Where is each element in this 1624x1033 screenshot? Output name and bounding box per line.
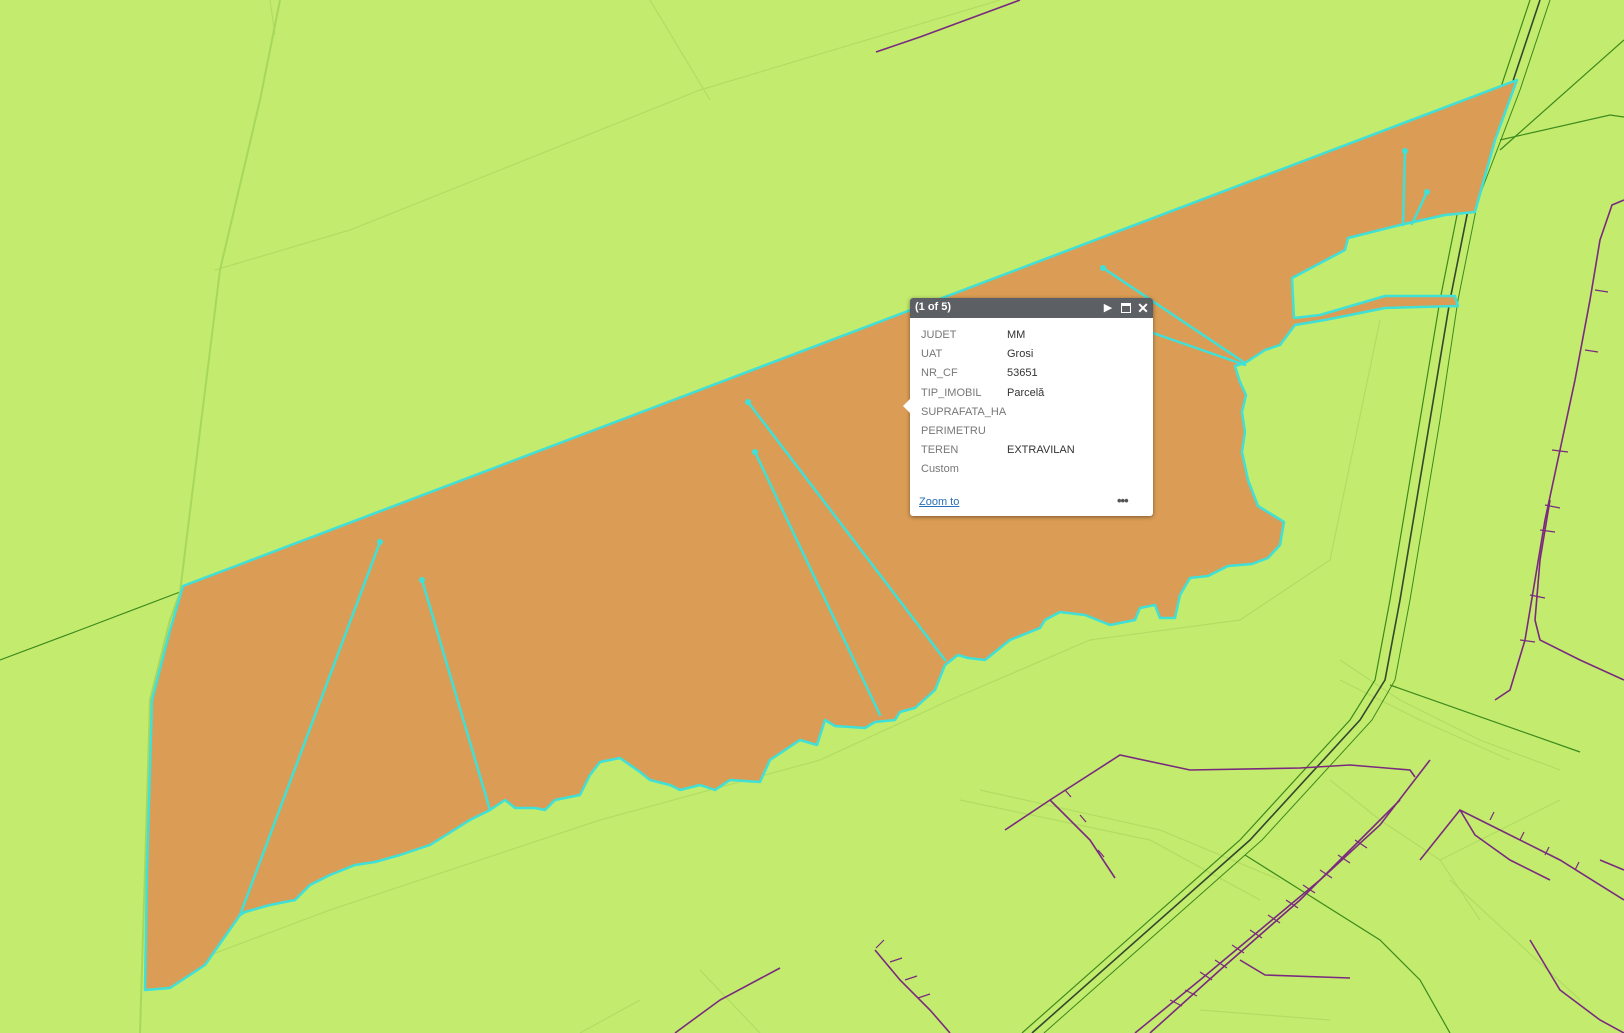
attribute-key: PERIMETRU <box>921 424 986 437</box>
attribute-row: NR_CF 53651 <box>921 364 1146 383</box>
attribute-value: Parcelă <box>1007 386 1045 399</box>
attribute-key: TIP_IMOBIL <box>921 386 982 399</box>
next-arrow-icon[interactable]: ▶ <box>1100 300 1116 316</box>
parcel-polygon[interactable] <box>143 78 1519 992</box>
attribute-table: JUDET MM UAT Grosi NR_CF 53651 TIP_IMOBIL Pa… <box>921 326 1146 480</box>
attribute-key: NR_CF <box>921 367 958 380</box>
attribute-value: Grosi <box>1007 348 1034 361</box>
attribute-key: TEREN <box>921 444 959 457</box>
attribute-row: TEREN EXTRAVILAN <box>921 441 1146 460</box>
attribute-row: SUPRAFATA_HA <box>921 403 1146 422</box>
attribute-key: JUDET <box>921 329 957 341</box>
popup-pointer <box>903 398 911 414</box>
attribute-row: JUDET MM <box>921 326 1146 345</box>
popup-counter: (1 of 5) <box>915 301 952 313</box>
feature-popup: (1 of 5) ▶ ✕ JUDET MM UAT Grosi NR_CF 53651… <box>903 298 1153 516</box>
attribute-key: UAT <box>921 348 943 361</box>
attribute-row: TIP_IMOBIL Parcelă <box>921 384 1146 403</box>
map-canvas[interactable] <box>0 0 1624 1033</box>
maximize-icon[interactable] <box>1118 300 1134 316</box>
popup-titlebar: (1 of 5) ▶ ✕ <box>910 298 1153 318</box>
attribute-value: 53651 <box>1007 367 1038 380</box>
zoom-to-link[interactable]: Zoom to <box>919 496 959 508</box>
attribute-row: UAT Grosi <box>921 345 1146 364</box>
attribute-value: EXTRAVILAN <box>1007 444 1075 457</box>
attribute-value: MM <box>1007 329 1026 341</box>
attribute-row: PERIMETRU <box>921 422 1146 441</box>
close-icon[interactable]: ✕ <box>1135 300 1151 316</box>
more-actions-icon[interactable]: ••• <box>1117 493 1129 508</box>
attribute-key: SUPRAFATA_HA <box>921 405 1007 418</box>
attribute-row: Custom <box>921 460 1146 479</box>
attribute-key: Custom <box>921 463 959 476</box>
